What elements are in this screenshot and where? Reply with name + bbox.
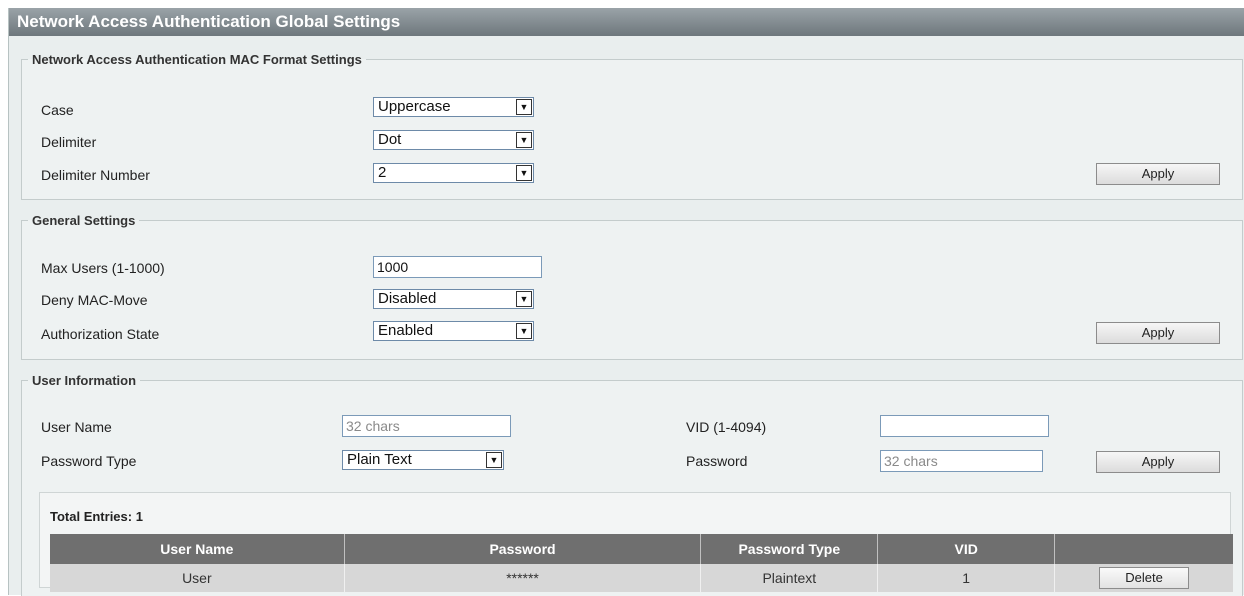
- deny-mac-move-label: Deny MAC-Move: [41, 292, 148, 308]
- vid-label: VID (1-4094): [686, 419, 767, 435]
- delimiter-number-select[interactable]: 2 ▼: [373, 163, 534, 183]
- general-apply-button[interactable]: Apply: [1096, 322, 1220, 344]
- password-input[interactable]: 32 chars: [880, 450, 1043, 472]
- user-table: User Name Password Password Type VID Use…: [50, 534, 1233, 592]
- table-row: User ****** Plaintext 1 Delete: [50, 564, 1233, 592]
- column-header-action: [1054, 534, 1233, 564]
- max-users-label: Max Users (1-1000): [41, 260, 165, 276]
- delimiter-number-label: Delimiter Number: [41, 167, 150, 183]
- chevron-down-icon[interactable]: ▼: [516, 132, 532, 148]
- cell-password-type: Plaintext: [700, 564, 879, 592]
- chevron-down-icon[interactable]: ▼: [516, 99, 532, 115]
- mac-format-legend: Network Access Authentication MAC Format…: [32, 52, 362, 67]
- mac-format-section: Network Access Authentication MAC Format…: [21, 52, 1243, 200]
- case-label: Case: [41, 102, 74, 118]
- chevron-down-icon[interactable]: ▼: [516, 323, 532, 339]
- user-info-apply-button[interactable]: Apply: [1096, 451, 1220, 473]
- max-users-input[interactable]: 1000: [373, 256, 542, 278]
- delete-button[interactable]: Delete: [1099, 567, 1190, 589]
- general-settings-section: General Settings: [21, 213, 1243, 360]
- column-header-password-type: Password Type: [700, 534, 879, 564]
- chevron-down-icon[interactable]: ▼: [516, 165, 532, 181]
- chevron-down-icon[interactable]: ▼: [516, 291, 532, 307]
- cell-user-name: User: [50, 564, 345, 592]
- delimiter-number-select-value: 2: [378, 164, 387, 181]
- deny-mac-move-select[interactable]: Disabled ▼: [373, 289, 534, 309]
- deny-mac-move-select-value: Disabled: [378, 290, 437, 307]
- mac-format-apply-button[interactable]: Apply: [1096, 163, 1220, 185]
- total-entries: Total Entries: 1: [50, 509, 143, 524]
- general-settings-legend: General Settings: [32, 213, 136, 228]
- authorization-state-label: Authorization State: [41, 326, 160, 342]
- authorization-state-select[interactable]: Enabled ▼: [373, 321, 534, 341]
- delimiter-select-value: Dot: [378, 131, 402, 148]
- vid-input[interactable]: [880, 415, 1049, 437]
- column-header-password: Password: [344, 534, 702, 564]
- content-frame: Network Access Authentication Global Set…: [8, 8, 1244, 596]
- cell-password: ******: [344, 564, 702, 592]
- user-table-container: Total Entries: 1 User Name Password Pass…: [39, 492, 1233, 592]
- table-header-row: User Name Password Password Type VID: [50, 534, 1233, 564]
- cell-action: Delete: [1054, 564, 1233, 592]
- user-name-input[interactable]: 32 chars: [342, 415, 511, 437]
- page-title: Network Access Authentication Global Set…: [9, 8, 1244, 36]
- delimiter-label: Delimiter: [41, 134, 97, 150]
- case-select-value: Uppercase: [378, 98, 451, 115]
- user-name-label: User Name: [41, 419, 112, 435]
- authorization-state-select-value: Enabled: [378, 322, 434, 339]
- column-header-user-name: User Name: [50, 534, 345, 564]
- chevron-down-icon[interactable]: ▼: [486, 452, 502, 468]
- cell-vid: 1: [877, 564, 1056, 592]
- column-header-vid: VID: [877, 534, 1056, 564]
- password-type-label: Password Type: [41, 453, 137, 469]
- password-label: Password: [686, 453, 748, 469]
- delimiter-select[interactable]: Dot ▼: [373, 130, 534, 150]
- user-information-legend: User Information: [32, 373, 137, 388]
- password-type-select-value: Plain Text: [347, 451, 412, 468]
- case-select[interactable]: Uppercase ▼: [373, 97, 534, 117]
- password-type-select[interactable]: Plain Text ▼: [342, 450, 504, 470]
